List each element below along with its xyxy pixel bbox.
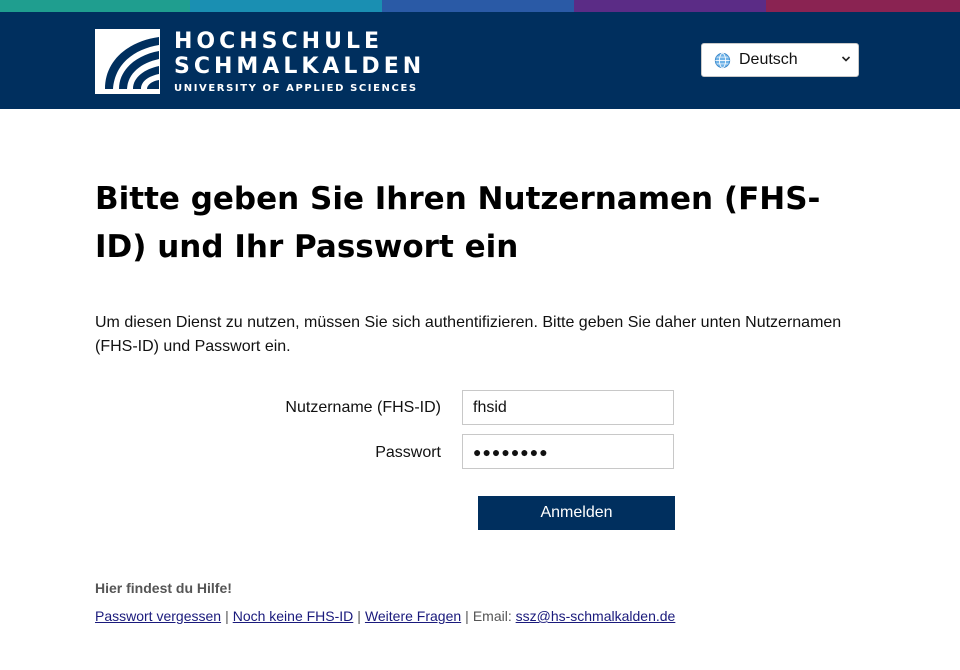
link-separator: | bbox=[225, 608, 229, 624]
no-fhs-id-link[interactable]: Noch keine FHS-ID bbox=[233, 608, 354, 624]
intro-text: Um diesen Dienst zu nutzen, müssen Sie s… bbox=[95, 314, 842, 355]
help-links: Passwort vergessen | Noch keine FHS-ID | Wei… bbox=[95, 608, 675, 624]
university-logo-mark bbox=[95, 29, 160, 94]
password-label: Passwort bbox=[375, 444, 441, 461]
username-input[interactable] bbox=[462, 390, 674, 425]
language-select-value: Deutsch bbox=[739, 51, 798, 68]
language-select[interactable]: Deutsch bbox=[701, 43, 859, 77]
logo-line-3: UNIVERSITY OF APPLIED SCIENCES bbox=[174, 83, 418, 94]
page-title: Bitte geben Sie Ihren Nutzernamen (FHS-I… bbox=[95, 181, 821, 265]
strip-segment bbox=[766, 0, 960, 12]
university-logo[interactable]: HOCHSCHULE SCHMALKALDEN UNIVERSITY OF AP… bbox=[95, 29, 425, 94]
link-separator: | bbox=[465, 608, 469, 624]
logo-line-2: SCHMALKALDEN bbox=[174, 54, 426, 79]
password-masked-value: ●●●●●●●● bbox=[473, 443, 549, 460]
globe-icon bbox=[714, 52, 731, 68]
more-questions-link[interactable]: Weitere Fragen bbox=[365, 608, 461, 624]
help-heading: Hier findest du Hilfe! bbox=[95, 580, 232, 596]
email-prefix: Email: bbox=[472, 608, 512, 624]
logo-text: HOCHSCHULE SCHMALKALDEN UNIVERSITY OF AP… bbox=[174, 29, 425, 94]
strip-segment bbox=[190, 0, 382, 12]
strip-segment bbox=[574, 0, 766, 12]
forgot-password-link[interactable]: Passwort vergessen bbox=[95, 608, 221, 624]
login-button[interactable]: Anmelden bbox=[478, 496, 675, 530]
strip-segment bbox=[382, 0, 574, 12]
header-color-strip bbox=[0, 0, 960, 12]
link-separator: | bbox=[357, 608, 361, 624]
site-header: HOCHSCHULE SCHMALKALDEN UNIVERSITY OF AP… bbox=[0, 12, 960, 109]
username-label: Nutzername (FHS-ID) bbox=[285, 399, 441, 416]
chevron-down-icon bbox=[841, 56, 851, 62]
strip-segment bbox=[0, 0, 190, 12]
logo-line-1: HOCHSCHULE bbox=[174, 29, 383, 54]
password-input[interactable]: ●●●●●●●● bbox=[462, 434, 674, 469]
support-email-link[interactable]: ssz@hs-schmalkalden.de bbox=[516, 608, 676, 624]
